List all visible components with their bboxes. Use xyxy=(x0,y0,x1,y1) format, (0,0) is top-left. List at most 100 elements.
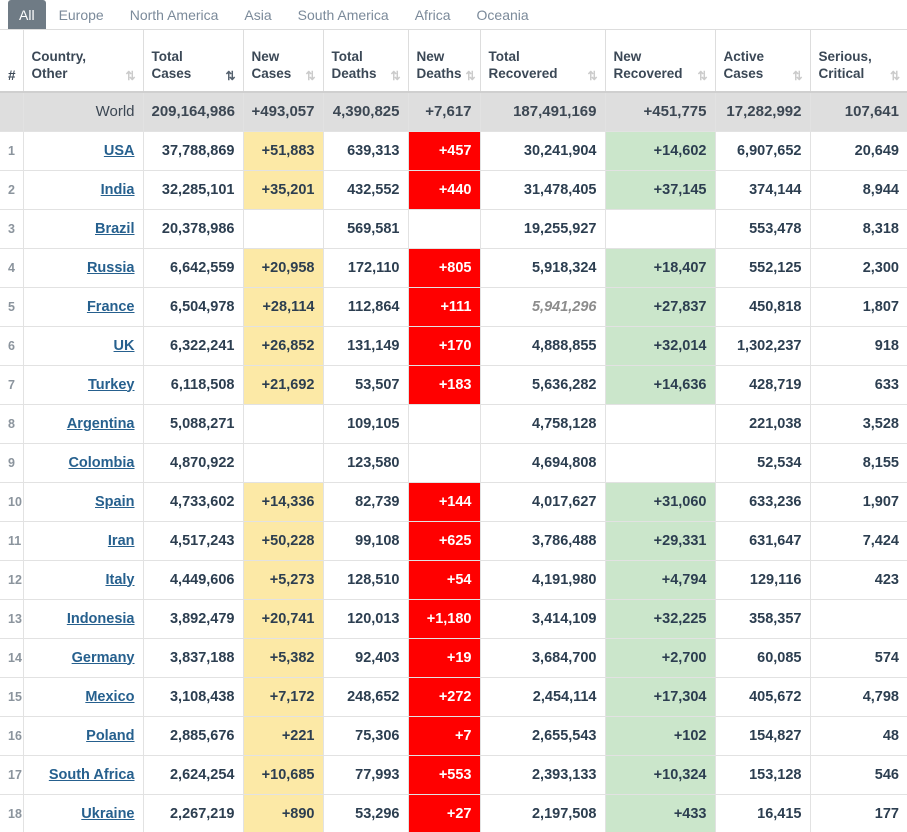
cell-serious-critical: 20,649 xyxy=(809,131,907,171)
cell-new-recovered: +433 xyxy=(604,794,715,832)
table-row: 8 Argentina 5,088,271 109,105 4,758,128 221,0… xyxy=(0,404,907,444)
cell-total-cases: 3,837,188 xyxy=(142,638,243,678)
cell-new-deaths xyxy=(407,404,480,444)
cell-total-deaths: 53,296 xyxy=(322,794,408,832)
sort-toggle-icon[interactable]: ⇅ xyxy=(390,70,400,83)
sort-toggle-icon[interactable]: ⇅ xyxy=(125,70,135,83)
tab-europe[interactable]: Europe xyxy=(46,0,117,29)
cell-total-recovered: 2,197,508 xyxy=(479,794,605,832)
cell-total-cases: 37,788,869 xyxy=(142,131,243,171)
cell-new-recovered xyxy=(604,209,715,249)
country-link[interactable]: Indonesia xyxy=(67,611,135,627)
country-link[interactable]: Russia xyxy=(87,260,135,276)
cell-total-cases: 4,733,602 xyxy=(142,482,243,522)
column-header-country-other[interactable]: Country, Other ⇅ xyxy=(22,30,143,93)
country-link[interactable]: Germany xyxy=(72,650,135,666)
country-link[interactable]: USA xyxy=(104,143,135,159)
table-row: 11 Iran 4,517,243 +50,228 99,108 +625 3,786,48… xyxy=(0,521,907,561)
row-rank: 6 xyxy=(0,326,23,366)
table-row: 13 Indonesia 3,892,479 +20,741 120,013 +1,180… xyxy=(0,599,907,639)
cell-total-deaths: 99,108 xyxy=(322,521,408,561)
sort-toggle-icon[interactable]: ⇅ xyxy=(697,70,707,83)
country-link[interactable]: Ukraine xyxy=(81,806,134,822)
column-header-total-deaths[interactable]: Total Deaths ⇅ xyxy=(322,30,408,93)
country-link[interactable]: Italy xyxy=(105,572,134,588)
sort-toggle-icon[interactable]: ⇅ xyxy=(890,70,900,83)
cell-total-recovered: 5,941,296 xyxy=(479,287,605,327)
country-link[interactable]: South Africa xyxy=(49,767,135,783)
cell-new-cases: +26,852 xyxy=(242,326,323,366)
column-header-rank[interactable]: # xyxy=(0,30,23,93)
country-link[interactable]: UK xyxy=(114,338,135,354)
column-header-label-line1: Total xyxy=(331,49,363,65)
tab-north-america[interactable]: North America xyxy=(117,0,232,29)
sort-toggle-icon[interactable]: ⇅ xyxy=(792,70,802,83)
country-link[interactable]: Iran xyxy=(108,533,135,549)
sort-toggle-icon[interactable]: ⇅ xyxy=(305,70,315,83)
country-link[interactable]: Brazil xyxy=(95,221,135,237)
cell-new-recovered: +27,837 xyxy=(604,287,715,327)
column-header-label-line2: Recovered xyxy=(613,66,683,82)
cell-active-cases: 6,907,652 xyxy=(714,131,810,171)
column-header-new-cases[interactable]: New Cases ⇅ xyxy=(242,30,323,93)
cell-new-deaths: +1,180 xyxy=(407,599,480,639)
cell-total-deaths: 120,013 xyxy=(322,599,408,639)
table-row: 3 Brazil 20,378,986 569,581 19,255,927 553,47… xyxy=(0,209,907,249)
country-link[interactable]: Spain xyxy=(95,494,134,510)
column-header-label-line1: New xyxy=(251,49,280,65)
column-header-label: New Deaths xyxy=(417,49,462,83)
cell-new-recovered: +14,602 xyxy=(604,131,715,171)
row-country-cell: UK xyxy=(22,326,143,366)
column-header-active-cases[interactable]: Active Cases ⇅ xyxy=(714,30,810,93)
column-header-serious-critical[interactable]: Serious, Critical ⇅ xyxy=(809,30,907,93)
tab-africa[interactable]: Africa xyxy=(402,0,464,29)
table-row: 15 Mexico 3,108,438 +7,172 248,652 +272 2,454,… xyxy=(0,677,907,717)
column-header-new-deaths[interactable]: New Deaths ⇅ xyxy=(407,30,480,93)
cell-serious-critical: 574 xyxy=(809,638,907,678)
cell-total-recovered: 2,393,133 xyxy=(479,755,605,795)
cell-new-deaths xyxy=(407,443,480,483)
cell-active-cases: 374,144 xyxy=(714,170,810,210)
cell-new-recovered: +31,060 xyxy=(604,482,715,522)
cell-new-recovered: +18,407 xyxy=(604,248,715,288)
column-header-label-line1: Total xyxy=(151,49,183,65)
sort-toggle-icon[interactable]: ⇅ xyxy=(466,70,476,83)
country-link[interactable]: Poland xyxy=(86,728,134,744)
country-link[interactable]: Turkey xyxy=(88,377,134,393)
column-header-total-cases[interactable]: Total Cases ⇅ xyxy=(142,30,243,93)
country-link[interactable]: Argentina xyxy=(67,416,135,432)
column-header-new-recovered[interactable]: New Recovered ⇅ xyxy=(604,30,715,93)
tab-oceania[interactable]: Oceania xyxy=(464,0,542,29)
cell-new-recovered: +37,145 xyxy=(604,170,715,210)
country-link[interactable]: Colombia xyxy=(68,455,134,471)
tab-all[interactable]: All xyxy=(8,0,46,29)
column-header-total-recovered[interactable]: Total Recovered ⇅ xyxy=(479,30,605,93)
cell-new-deaths: +7 xyxy=(407,716,480,756)
country-link[interactable]: Mexico xyxy=(85,689,134,705)
country-link[interactable]: India xyxy=(101,182,135,198)
column-header-inner: Total Recovered ⇅ xyxy=(489,49,598,83)
column-header-label: New Cases xyxy=(252,49,292,83)
column-header-label: Country, Other xyxy=(32,49,87,83)
cell-total-recovered: 5,636,282 xyxy=(479,365,605,405)
cell-total-cases: 2,624,254 xyxy=(142,755,243,795)
cell-total-recovered: 31,478,405 xyxy=(479,170,605,210)
cell-total-cases: 6,642,559 xyxy=(142,248,243,288)
table-row: 4 Russia 6,642,559 +20,958 172,110 +805 5,918,… xyxy=(0,248,907,288)
cell-total-recovered: 4,191,980 xyxy=(479,560,605,600)
cell-total-recovered: 3,786,488 xyxy=(479,521,605,561)
tab-asia[interactable]: Asia xyxy=(231,0,284,29)
sort-descending-icon[interactable]: ⇅ xyxy=(225,70,235,83)
cell-new-recovered: +32,225 xyxy=(604,599,715,639)
cell-total-cases: 2,885,676 xyxy=(142,716,243,756)
table-row: 18 Ukraine 2,267,219 +890 53,296 +27 2,197,508… xyxy=(0,794,907,832)
row-rank xyxy=(0,92,23,132)
sort-toggle-icon[interactable]: ⇅ xyxy=(587,70,597,83)
row-country-cell: Brazil xyxy=(22,209,143,249)
row-rank: 18 xyxy=(0,794,23,832)
column-header-label-line1: Country, xyxy=(31,49,87,65)
country-link[interactable]: France xyxy=(87,299,135,315)
column-header-label: Serious, Critical xyxy=(819,49,872,83)
cell-new-recovered xyxy=(604,443,715,483)
tab-south-america[interactable]: South America xyxy=(285,0,402,29)
